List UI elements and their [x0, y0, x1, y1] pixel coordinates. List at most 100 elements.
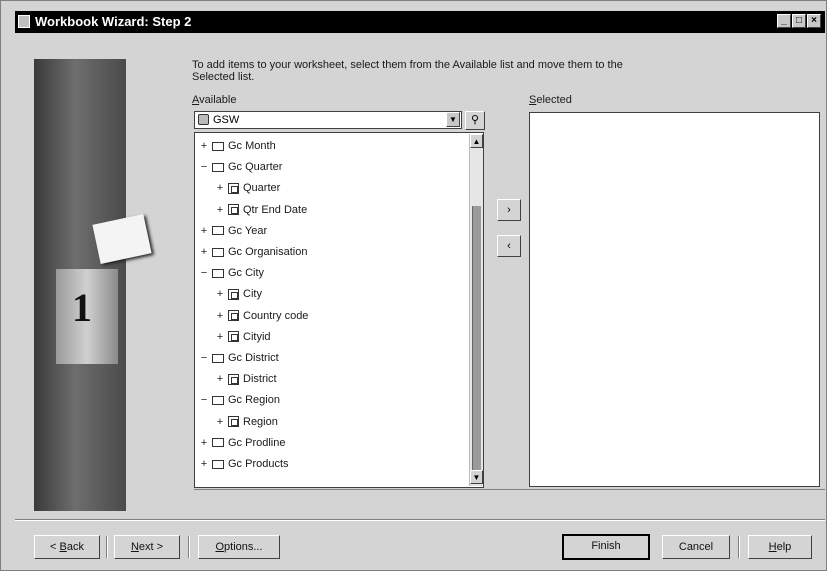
wizard-side-graphic: 1 [34, 59, 152, 511]
help-button[interactable]: Help [748, 535, 812, 559]
button-separator [15, 519, 825, 521]
tree-item[interactable]: + Qtr End Date [215, 201, 307, 219]
expand-icon[interactable]: + [199, 222, 209, 240]
tree-folder[interactable]: + Gc Prodline [199, 434, 286, 452]
combo-value: GSW [213, 114, 240, 126]
divider [738, 536, 740, 558]
folder-icon [212, 247, 224, 257]
tree-item-label: Gc Month [228, 140, 276, 152]
folder-icon [212, 459, 224, 469]
expand-icon[interactable]: + [199, 243, 209, 261]
collapse-icon[interactable]: − [199, 349, 209, 367]
available-label: Available [192, 94, 237, 106]
database-icon [198, 114, 209, 125]
expand-icon[interactable]: + [215, 370, 225, 388]
instructions-text: To add items to your worksheet, select t… [192, 59, 623, 83]
collapse-icon[interactable]: − [199, 264, 209, 282]
card-graphic [92, 214, 152, 264]
divider [106, 536, 108, 558]
expand-icon[interactable]: + [199, 455, 209, 473]
scroll-thumb[interactable] [472, 206, 481, 476]
tree-item-label: Region [243, 415, 278, 428]
scroll-down-icon[interactable]: ▼ [470, 470, 483, 484]
minimize-icon[interactable]: _ [777, 14, 791, 28]
tree-item-label: Gc City [228, 267, 265, 280]
expand-icon[interactable]: + [215, 285, 225, 303]
tree-item-label: Cityid [243, 330, 271, 343]
app-icon [18, 15, 30, 28]
back-button[interactable]: < Back [34, 535, 100, 559]
chevron-down-icon[interactable]: ▼ [446, 112, 460, 127]
expand-icon[interactable]: + [215, 179, 225, 197]
tree-folder[interactable]: − Gc District [199, 349, 279, 367]
tree-folder[interactable]: − Gc Region [199, 391, 280, 409]
expand-icon[interactable]: + [215, 307, 225, 325]
collapse-icon[interactable]: − [199, 391, 209, 409]
tree-folder[interactable]: + Gc Year [199, 222, 267, 240]
tree-item-label: Gc Quarter [228, 161, 283, 174]
expand-icon[interactable]: + [215, 413, 225, 431]
tree-item-label: Gc Prodline [228, 436, 286, 449]
available-tree[interactable]: + Gc Month − Gc Quarter + Quarter + Qtr End Dat… [194, 132, 484, 488]
tree-item-label: Gc Year [228, 224, 268, 237]
item-icon [228, 182, 239, 194]
item-icon [228, 331, 239, 343]
folder-icon [212, 141, 224, 151]
tree-vertical-scrollbar[interactable]: ▲ ▼ [469, 134, 483, 486]
remove-from-selected-button[interactable]: ‹ [497, 235, 521, 257]
close-icon[interactable]: × [807, 14, 821, 28]
finish-button[interactable]: Finish [562, 534, 650, 560]
folder-icon [212, 268, 224, 278]
expand-icon[interactable]: + [215, 201, 225, 219]
tree-item-label: Gc Organisation [228, 246, 308, 258]
folder-icon [212, 162, 224, 172]
collapse-icon[interactable]: − [199, 158, 209, 176]
item-icon [228, 416, 239, 428]
item-icon [228, 310, 239, 322]
item-icon [228, 204, 239, 216]
folder-icon [212, 226, 224, 236]
scroll-up-icon[interactable]: ▲ [470, 134, 483, 148]
business-area-combo[interactable]: GSW [194, 111, 462, 129]
expand-icon[interactable]: + [199, 434, 209, 452]
expand-icon[interactable]: + [199, 137, 209, 155]
add-to-selected-button[interactable]: › [497, 199, 521, 221]
divider [188, 536, 190, 558]
maximize-icon[interactable]: □ [792, 14, 806, 28]
tree-item[interactable]: + District [215, 370, 277, 388]
tree-item-label: Country code [243, 309, 309, 322]
tree-item-label: Qtr End Date [243, 203, 308, 216]
window-title: Workbook Wizard: Step 2 [35, 14, 192, 29]
tree-item-label: City [243, 288, 262, 301]
tree-item[interactable]: + Cityid [215, 328, 271, 346]
wizard-window: Workbook Wizard: Step 2 _ □ × 1 To add ite… [0, 0, 827, 571]
title-bar[interactable]: Workbook Wizard: Step 2 _ □ × [15, 11, 825, 33]
tree-item-label: Gc District [228, 352, 279, 364]
selected-list[interactable] [529, 112, 820, 487]
tree-folder[interactable]: + Gc Month [199, 137, 276, 155]
tree-item-label: Gc Region [228, 394, 280, 407]
horizontal-scroll-area [194, 489, 825, 510]
find-button[interactable]: ⚲ [465, 111, 485, 130]
tree-item[interactable]: + City [215, 285, 262, 303]
folder-icon [212, 438, 224, 448]
window-controls: _ □ × [776, 14, 821, 36]
tree-folder[interactable]: + Gc Organisation [199, 243, 308, 261]
tree-item[interactable]: + Country code [215, 307, 309, 325]
tree-folder[interactable]: + Gc Products [199, 455, 289, 473]
next-button[interactable]: Next > [114, 535, 180, 559]
item-icon [228, 373, 239, 385]
tree-item-label: Gc Products [228, 458, 289, 470]
options-button[interactable]: Options... [198, 535, 280, 559]
tree-item[interactable]: + Quarter [215, 179, 281, 197]
folder-icon [212, 395, 224, 405]
expand-icon[interactable]: + [215, 328, 225, 346]
tree-folder[interactable]: − Gc Quarter [199, 158, 283, 176]
tree-item[interactable]: + Region [215, 413, 278, 431]
cancel-button[interactable]: Cancel [662, 535, 730, 559]
selected-label: Selected [529, 94, 572, 106]
flashlight-find-icon: ⚲ [470, 114, 480, 126]
folder-icon [212, 353, 224, 363]
step-number-graphic: 1 [72, 285, 92, 330]
tree-folder[interactable]: − Gc City [199, 264, 264, 282]
